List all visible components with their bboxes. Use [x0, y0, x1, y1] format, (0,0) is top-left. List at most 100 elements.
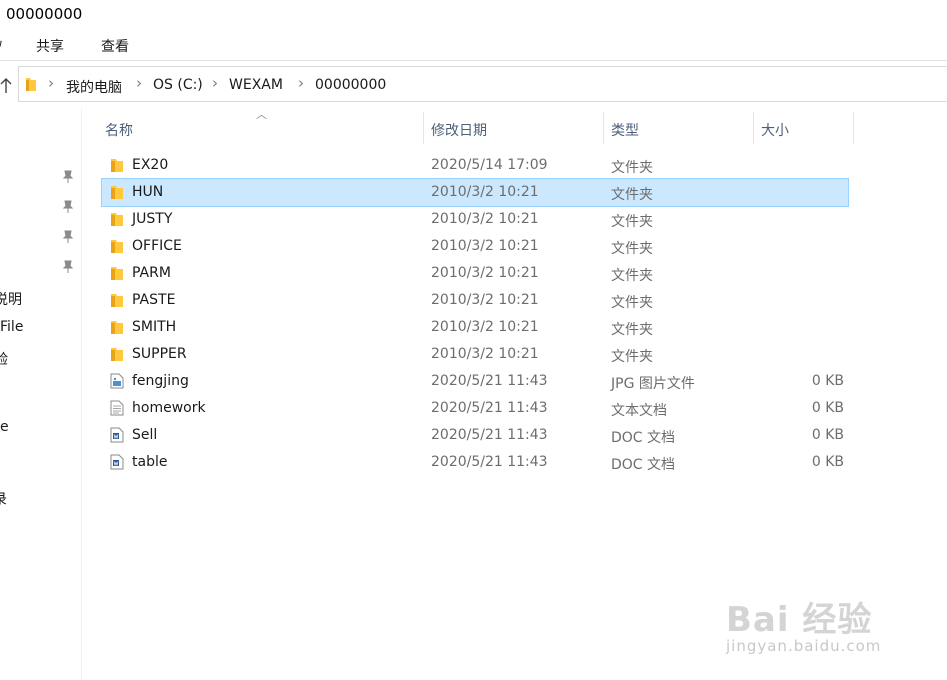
breadcrumb-current[interactable]: 00000000	[315, 77, 386, 93]
folder-icon	[110, 184, 124, 200]
file-row[interactable]: EX20 2020/5/14 17:09 文件夹	[102, 152, 848, 179]
tab-home-partial[interactable]: ﾉ	[0, 36, 3, 56]
folder-icon	[110, 319, 124, 335]
file-list: EX20 2020/5/14 17:09 文件夹 HUN 2010/3/2 10:21 文…	[101, 152, 849, 476]
file-name[interactable]: PARM	[132, 265, 171, 281]
tab-view[interactable]: 查看	[101, 36, 129, 56]
folder-icon	[110, 211, 124, 227]
folder-icon	[110, 292, 124, 308]
file-type: 文件夹	[611, 241, 653, 257]
file-name[interactable]: EX20	[132, 157, 168, 173]
column-header-name[interactable]: 名称	[105, 120, 133, 140]
pin-icon[interactable]	[62, 260, 74, 274]
file-type: 文件夹	[611, 160, 653, 176]
file-name[interactable]: SUPPER	[132, 346, 187, 362]
watermark-url: jingyan.baidu.com	[726, 637, 882, 655]
file-modified-date: 2020/5/21 11:43	[431, 454, 548, 470]
file-size: 0 KB	[811, 454, 844, 470]
file-type: 文件夹	[611, 349, 653, 365]
column-separator[interactable]	[603, 112, 604, 144]
column-header-date[interactable]: 修改日期	[431, 120, 487, 140]
file-row[interactable]: SMITH 2010/3/2 10:21 文件夹	[102, 314, 848, 341]
file-row[interactable]: SUPPER 2010/3/2 10:21 文件夹	[102, 341, 848, 368]
folder-icon	[110, 157, 124, 173]
file-row[interactable]: Sell 2020/5/21 11:43 DOC 文档 0 KB	[102, 422, 848, 449]
nav-item-partial[interactable]: 说明	[0, 289, 22, 309]
column-separator[interactable]	[753, 112, 754, 144]
nav-item-partial[interactable]: 录	[0, 489, 7, 509]
file-size: 0 KB	[811, 373, 844, 389]
column-header-size[interactable]: 大小	[761, 120, 789, 140]
breadcrumb-drive[interactable]: OS (C:)	[153, 77, 203, 93]
window-title: 00000000	[6, 5, 83, 23]
column-separator[interactable]	[423, 112, 424, 144]
file-modified-date: 2010/3/2 10:21	[431, 184, 539, 200]
file-name[interactable]: HUN	[132, 184, 163, 200]
file-row[interactable]: homework 2020/5/21 11:43 文本文档 0 KB	[102, 395, 848, 422]
file-type: JPG 图片文件	[611, 376, 695, 392]
folder-icon	[25, 76, 37, 96]
file-size: 0 KB	[811, 400, 844, 416]
file-name[interactable]: JUSTY	[132, 211, 172, 227]
breadcrumb-wexam[interactable]: WEXAM	[229, 77, 283, 93]
word-doc-icon	[110, 454, 124, 470]
ribbon-divider	[0, 60, 947, 61]
file-row[interactable]: PASTE 2010/3/2 10:21 文件夹	[102, 287, 848, 314]
file-type: DOC 文档	[611, 430, 676, 446]
file-row[interactable]: OFFICE 2010/3/2 10:21 文件夹	[102, 233, 848, 260]
file-type: 文件夹	[611, 268, 653, 284]
file-name[interactable]: SMITH	[132, 319, 176, 335]
chevron-right-icon[interactable]: ›	[298, 74, 304, 92]
file-type: 文件夹	[611, 187, 653, 203]
file-row[interactable]: table 2020/5/21 11:43 DOC 文档 0 KB	[102, 449, 848, 476]
breadcrumb-my-computer[interactable]: 我的电脑	[66, 77, 122, 97]
column-separator[interactable]	[853, 112, 854, 144]
file-modified-date: 2010/3/2 10:21	[431, 319, 539, 335]
file-size: 0 KB	[811, 427, 844, 443]
file-row[interactable]: fengjing 2020/5/21 11:43 JPG 图片文件 0 KB	[102, 368, 848, 395]
pin-icon[interactable]	[62, 230, 74, 244]
tab-share[interactable]: 共享	[36, 36, 64, 56]
sort-ascending-icon: ︿	[256, 108, 267, 121]
nav-pane-divider	[81, 108, 82, 680]
file-name[interactable]: PASTE	[132, 292, 175, 308]
chevron-right-icon[interactable]: ›	[48, 74, 54, 92]
nav-item-partial[interactable]: e	[0, 419, 9, 435]
file-name[interactable]: OFFICE	[132, 238, 182, 254]
watermark-brand: Bai 经验	[726, 600, 873, 640]
file-modified-date: 2010/3/2 10:21	[431, 292, 539, 308]
file-name[interactable]: table	[132, 454, 167, 470]
pin-icon[interactable]	[62, 200, 74, 214]
word-doc-icon	[110, 427, 124, 443]
file-modified-date: 2020/5/21 11:43	[431, 373, 548, 389]
chevron-right-icon[interactable]: ›	[136, 74, 142, 92]
baidu-watermark: Bai 经验 jingyan.baidu.com	[726, 592, 881, 655]
file-modified-date: 2020/5/14 17:09	[431, 157, 548, 173]
file-name[interactable]: homework	[132, 400, 206, 416]
pin-icon[interactable]	[62, 170, 74, 184]
file-row[interactable]: PARM 2010/3/2 10:21 文件夹	[102, 260, 848, 287]
file-name[interactable]: fengjing	[132, 373, 189, 389]
nav-item-partial[interactable]: 验	[0, 349, 8, 369]
file-type: 文件夹	[611, 214, 653, 230]
up-arrow-icon[interactable]	[0, 78, 12, 98]
file-row[interactable]: HUN 2010/3/2 10:21 文件夹	[101, 178, 849, 207]
file-type: 文件夹	[611, 322, 653, 338]
folder-icon	[110, 346, 124, 362]
folder-icon	[110, 265, 124, 281]
file-modified-date: 2020/5/21 11:43	[431, 400, 548, 416]
chevron-right-icon[interactable]: ›	[212, 74, 218, 92]
folder-icon	[110, 238, 124, 254]
file-modified-date: 2010/3/2 10:21	[431, 238, 539, 254]
file-modified-date: 2010/3/2 10:21	[431, 346, 539, 362]
file-modified-date: 2010/3/2 10:21	[431, 211, 539, 227]
nav-item-partial[interactable]: File	[0, 319, 23, 335]
file-modified-date: 2010/3/2 10:21	[431, 265, 539, 281]
file-type: DOC 文档	[611, 457, 676, 473]
file-row[interactable]: JUSTY 2010/3/2 10:21 文件夹	[102, 206, 848, 233]
file-type: 文本文档	[611, 403, 667, 419]
text-file-icon	[110, 400, 124, 416]
file-name[interactable]: Sell	[132, 427, 157, 443]
file-type: 文件夹	[611, 295, 653, 311]
column-header-type[interactable]: 类型	[611, 120, 639, 140]
